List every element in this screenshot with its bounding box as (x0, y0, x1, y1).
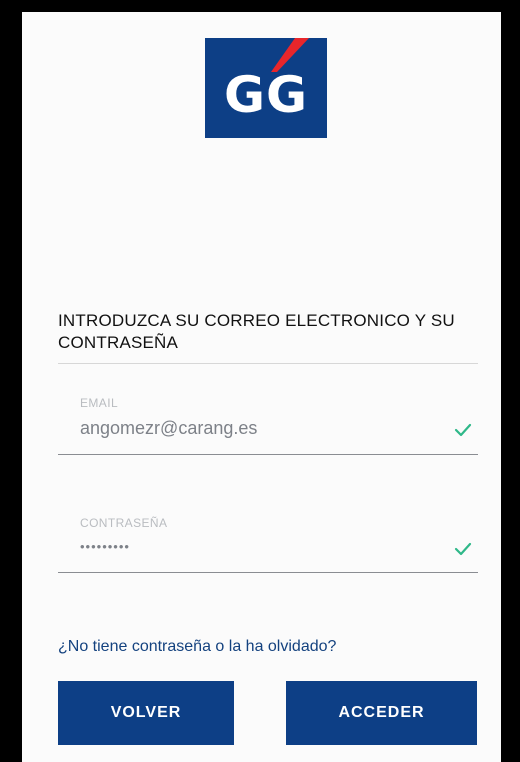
check-icon (454, 423, 472, 437)
password-underline (58, 572, 478, 573)
email-field[interactable]: EMAIL angomezr@carang.es (58, 394, 478, 456)
email-value[interactable]: angomezr@carang.es (80, 418, 257, 439)
back-button[interactable]: VOLVER (58, 681, 234, 745)
gg-logo: GG (205, 38, 327, 138)
device-frame: GG INTRODUZCA SU CORREO ELECTRONICO Y SU… (0, 0, 520, 762)
password-field[interactable]: CONTRASEÑA ••••••••• (58, 514, 478, 574)
password-label: CONTRASEÑA (80, 516, 168, 530)
check-icon (454, 542, 472, 556)
login-instructions: INTRODUZCA SU CORREO ELECTRONICO Y SU CO… (58, 311, 455, 352)
access-button[interactable]: ACCEDER (286, 681, 477, 745)
password-value[interactable]: ••••••••• (80, 539, 130, 554)
logo-text: GG (223, 66, 309, 124)
email-label: EMAIL (80, 396, 119, 410)
login-screen: GG INTRODUZCA SU CORREO ELECTRONICO Y SU… (22, 12, 501, 762)
divider (58, 363, 478, 364)
forgot-password-link[interactable]: ¿No tiene contraseña o la ha olvidado? (58, 638, 336, 656)
email-underline (58, 454, 478, 455)
